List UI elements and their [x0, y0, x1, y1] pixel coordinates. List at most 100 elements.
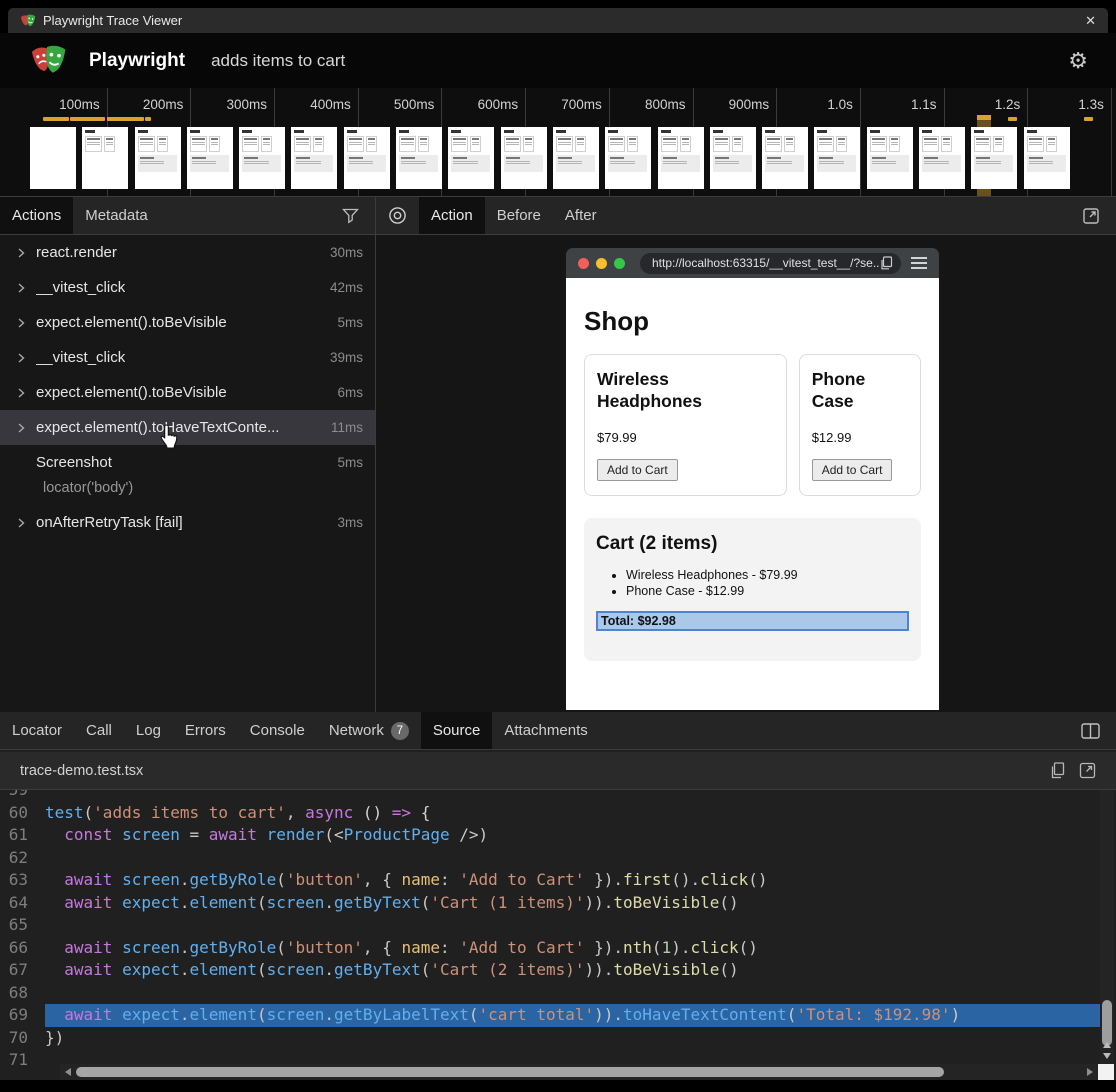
tab-network[interactable]: Network7	[317, 712, 421, 749]
line-number: 64	[0, 892, 45, 915]
horizontal-scroll-thumb[interactable]	[76, 1067, 944, 1077]
tab-errors[interactable]: Errors	[173, 712, 238, 749]
tab-locator[interactable]: Locator	[0, 712, 74, 749]
timeline-screenshot-thumbnail[interactable]	[82, 127, 128, 189]
timeline-screenshot-thumbnail[interactable]	[135, 127, 181, 189]
action-row-expect-element-tohavetextconte-[interactable]: expect.element().toHaveTextConte...11ms	[0, 410, 375, 445]
code-horizontal-scrollbar[interactable]	[60, 1064, 1098, 1080]
chevron-right-icon[interactable]	[14, 386, 36, 400]
action-row-screenshot[interactable]: Screenshot5ms	[0, 445, 375, 480]
scroll-right-arrow-icon[interactable]	[1087, 1068, 1093, 1076]
timeline-screenshot-thumbnail[interactable]	[344, 127, 390, 189]
action-row-expect-element-tobevisible[interactable]: expect.element().toBeVisible5ms	[0, 305, 375, 340]
filter-icon[interactable]	[331, 197, 375, 234]
code-line-62[interactable]: 62	[0, 847, 1100, 870]
chevron-right-icon[interactable]	[14, 246, 36, 260]
scroll-left-arrow-icon[interactable]	[65, 1068, 71, 1076]
timeline-screenshot-thumbnail[interactable]	[396, 127, 442, 189]
action-row-react-render[interactable]: react.render30ms	[0, 235, 375, 270]
timeline-screenshot-thumbnail[interactable]	[30, 127, 76, 189]
shop-heading: Shop	[584, 278, 921, 337]
tab-log[interactable]: Log	[124, 712, 173, 749]
tab-after[interactable]: After	[553, 197, 609, 234]
code-line-67[interactable]: 67 await expect.element(screen.getByText…	[0, 959, 1100, 982]
action-list: react.render30ms__vitest_click42msexpect…	[0, 235, 375, 712]
timeline-screenshot-thumbnail[interactable]	[291, 127, 337, 189]
timeline-screenshot-thumbnail[interactable]	[658, 127, 704, 189]
tab-attachments[interactable]: Attachments	[492, 712, 599, 749]
action-row-onafterretrytask-fail-[interactable]: onAfterRetryTask [fail]3ms	[0, 505, 375, 540]
action-row-expect-element-tobevisible[interactable]: expect.element().toBeVisible6ms	[0, 375, 375, 410]
timeline-screenshot-thumbnail[interactable]	[1024, 127, 1070, 189]
code-line-64[interactable]: 64 await expect.element(screen.getByText…	[0, 892, 1100, 915]
line-number: 65	[0, 914, 45, 937]
copy-url-icon[interactable]	[880, 256, 893, 270]
timeline-screenshot-thumbnail[interactable]	[919, 127, 965, 189]
chevron-right-icon[interactable]	[14, 421, 36, 435]
code-line-65[interactable]: 65	[0, 914, 1100, 937]
code-line-61[interactable]: 61 const screen = await render(<ProductP…	[0, 824, 1100, 847]
timeline-screenshot-thumbnail[interactable]	[814, 127, 860, 189]
split-columns-icon[interactable]	[1070, 712, 1116, 749]
browser-menu-icon[interactable]	[911, 257, 927, 269]
timeline-tick-label: 400ms	[310, 97, 351, 112]
window-title: Playwright Trace Viewer	[43, 13, 182, 28]
actions-panel: ActionsMetadata react.render30ms__vitest…	[0, 197, 376, 712]
cart-item: Wireless Headphones - $79.99	[626, 568, 909, 582]
action-row--vitest-click[interactable]: __vitest_click39ms	[0, 340, 375, 375]
timeline-screenshot-thumbnail[interactable]	[605, 127, 651, 189]
dom-snapshot-browser: http://localhost:63315/__vitest_test__/?…	[566, 248, 939, 710]
scroll-up-arrow-icon[interactable]	[1103, 1042, 1111, 1048]
timeline-screenshot-thumbnail[interactable]	[239, 127, 285, 189]
source-code-view[interactable]: 5960test('adds items to cart', async () …	[0, 790, 1100, 1076]
pick-locator-target-icon[interactable]	[376, 197, 419, 234]
chevron-right-icon[interactable]	[14, 316, 36, 330]
code-line-66[interactable]: 66 await screen.getByRole('button', { na…	[0, 937, 1100, 960]
action-duration: 5ms	[329, 315, 363, 330]
timeline-screenshot-thumbnail[interactable]	[187, 127, 233, 189]
action-duration-bar	[1008, 117, 1017, 121]
tab-before[interactable]: Before	[485, 197, 553, 234]
timeline-screenshot-thumbnail[interactable]	[867, 127, 913, 189]
add-to-cart-button[interactable]: Add to Cart	[812, 459, 893, 481]
scroll-down-arrow-icon[interactable]	[1103, 1053, 1111, 1059]
timeline-screenshot-thumbnail[interactable]	[710, 127, 756, 189]
code-line-70[interactable]: 70})	[0, 1027, 1100, 1050]
tab-console[interactable]: Console	[238, 712, 317, 749]
tab-call[interactable]: Call	[74, 712, 124, 749]
chevron-right-icon[interactable]	[14, 281, 36, 295]
code-vertical-scrollbar[interactable]	[1100, 790, 1114, 1064]
chevron-right-icon[interactable]	[14, 516, 36, 530]
tab-metadata[interactable]: Metadata	[73, 197, 160, 234]
trace-timeline[interactable]: 100ms200ms300ms400ms500ms600ms700ms800ms…	[0, 88, 1116, 197]
code-line-60[interactable]: 60test('adds items to cart', async () =>…	[0, 802, 1100, 825]
settings-gear-icon[interactable]: ⚙	[1068, 48, 1088, 74]
timeline-screenshot-thumbnail[interactable]	[448, 127, 494, 189]
timeline-screenshot-thumbnail[interactable]	[971, 127, 1017, 189]
line-number: 69	[0, 1004, 45, 1027]
timeline-tick-label: 200ms	[143, 97, 184, 112]
cart-total-highlighted: Total: $92.98	[596, 611, 909, 631]
code-line-63[interactable]: 63 await screen.getByRole('button', { na…	[0, 869, 1100, 892]
tab-actions[interactable]: Actions	[0, 197, 73, 234]
window-titlebar[interactable]: Playwright Trace Viewer ✕	[8, 8, 1108, 33]
add-to-cart-button[interactable]: Add to Cart	[597, 459, 678, 481]
tab-source[interactable]: Source	[421, 712, 493, 749]
browser-url-bar[interactable]: http://localhost:63315/__vitest_test__/?…	[640, 253, 901, 274]
code-line-69[interactable]: 69 await expect.element(screen.getByLabe…	[0, 1004, 1100, 1027]
vertical-scroll-thumb[interactable]	[1102, 1000, 1112, 1046]
open-source-external-icon[interactable]	[1079, 762, 1096, 779]
code-line-59[interactable]: 59	[0, 790, 1100, 802]
open-snapshot-external-icon[interactable]	[1071, 197, 1116, 234]
action-row--vitest-click[interactable]: __vitest_click42ms	[0, 270, 375, 305]
close-window-button[interactable]: ✕	[1085, 13, 1096, 29]
tab-action[interactable]: Action	[419, 197, 485, 234]
action-duration-bar	[145, 117, 151, 121]
timeline-screenshot-thumbnail[interactable]	[553, 127, 599, 189]
copy-source-icon[interactable]	[1050, 762, 1065, 779]
action-label: expect.element().toBeVisible	[36, 384, 227, 401]
code-line-68[interactable]: 68	[0, 982, 1100, 1005]
timeline-screenshot-thumbnail[interactable]	[762, 127, 808, 189]
chevron-right-icon[interactable]	[14, 351, 36, 365]
timeline-screenshot-thumbnail[interactable]	[501, 127, 547, 189]
